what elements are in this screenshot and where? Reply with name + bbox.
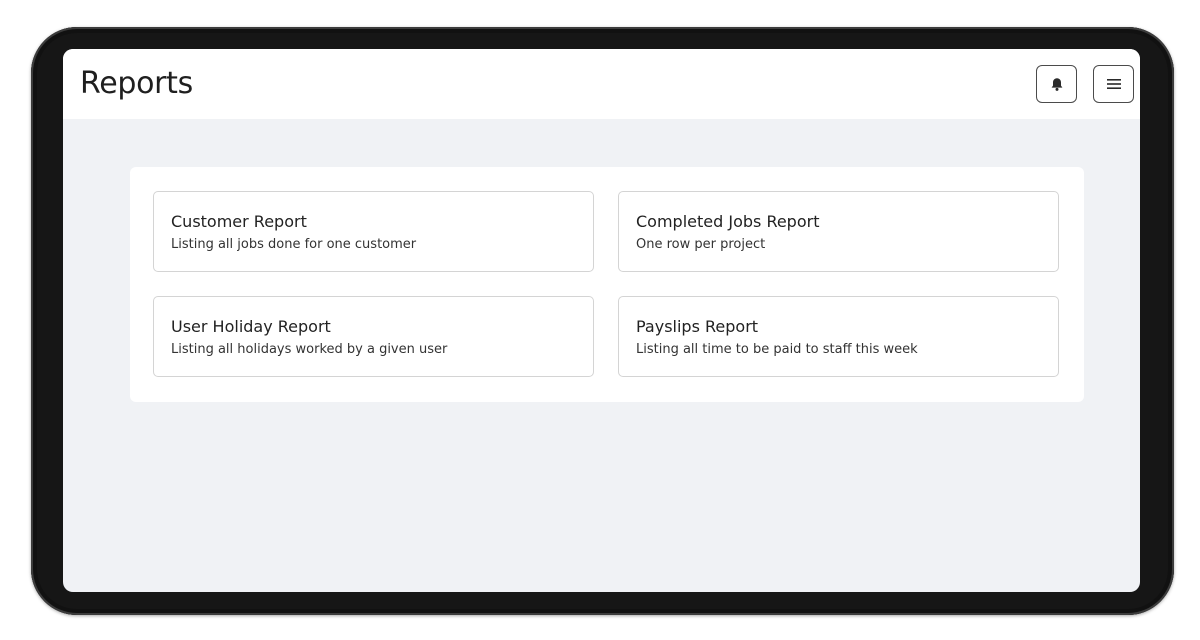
notifications-button[interactable] (1036, 65, 1077, 103)
page-title: Reports (80, 66, 193, 101)
report-card-user-holiday[interactable]: User Holiday Report Listing all holidays… (153, 296, 594, 377)
menu-button[interactable] (1093, 65, 1134, 103)
reports-panel: Customer Report Listing all jobs done fo… (130, 167, 1084, 402)
bell-icon (1050, 77, 1064, 92)
report-description: Listing all holidays worked by a given u… (171, 342, 448, 357)
report-description: Listing all time to be paid to staff thi… (636, 342, 918, 357)
report-title: User Holiday Report (171, 317, 331, 336)
report-title: Customer Report (171, 212, 307, 231)
report-description: One row per project (636, 237, 766, 252)
report-description: Listing all jobs done for one customer (171, 237, 417, 252)
report-title: Payslips Report (636, 317, 759, 336)
app-screen: Reports Customer Report Listing all jobs… (63, 49, 1140, 592)
report-card-payslips[interactable]: Payslips Report Listing all time to be p… (618, 296, 1059, 377)
report-card-completed-jobs[interactable]: Completed Jobs Report One row per projec… (618, 191, 1059, 272)
hamburger-menu-icon (1106, 78, 1122, 90)
report-title: Completed Jobs Report (636, 212, 820, 231)
tablet-frame: Reports Customer Report Listing all jobs… (31, 27, 1174, 615)
top-bar: Reports (63, 49, 1140, 119)
report-card-customer[interactable]: Customer Report Listing all jobs done fo… (153, 191, 594, 272)
